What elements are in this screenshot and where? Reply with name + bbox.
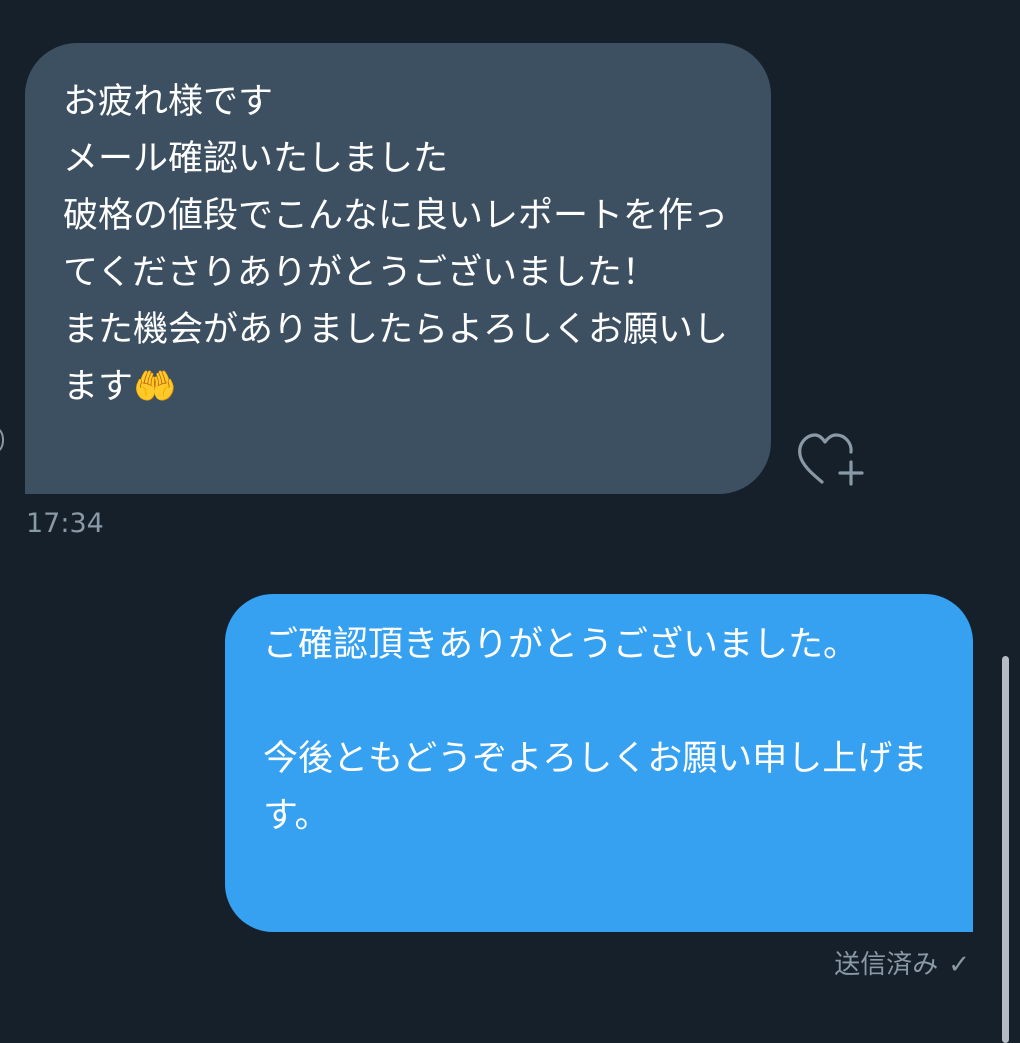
sent-status-label: 送信済み: [834, 950, 939, 980]
like-button[interactable]: [795, 428, 867, 490]
heart-plus-icon: [798, 433, 864, 486]
avatar-edge: [0, 428, 4, 452]
outgoing-message-text: ご確認頂きありがとうございました。 今後ともどうぞよろしくお願い申し上げます。: [263, 625, 928, 836]
incoming-message-bubble[interactable]: お疲れ様です メール確認いたしました 破格の値段でこんなに良いレポートを作ってく…: [25, 43, 771, 494]
scrollbar[interactable]: [1002, 656, 1009, 1043]
incoming-message-text: お疲れ様です メール確認いたしました 破格の値段でこんなに良いレポートを作ってく…: [63, 82, 729, 407]
check-icon: ✓: [948, 950, 970, 980]
outgoing-message-bubble[interactable]: ご確認頂きありがとうございました。 今後ともどうぞよろしくお願い申し上げます。: [225, 594, 973, 932]
message-timestamp: 17:34: [26, 508, 104, 539]
sent-status: 送信済み ✓: [834, 947, 970, 983]
